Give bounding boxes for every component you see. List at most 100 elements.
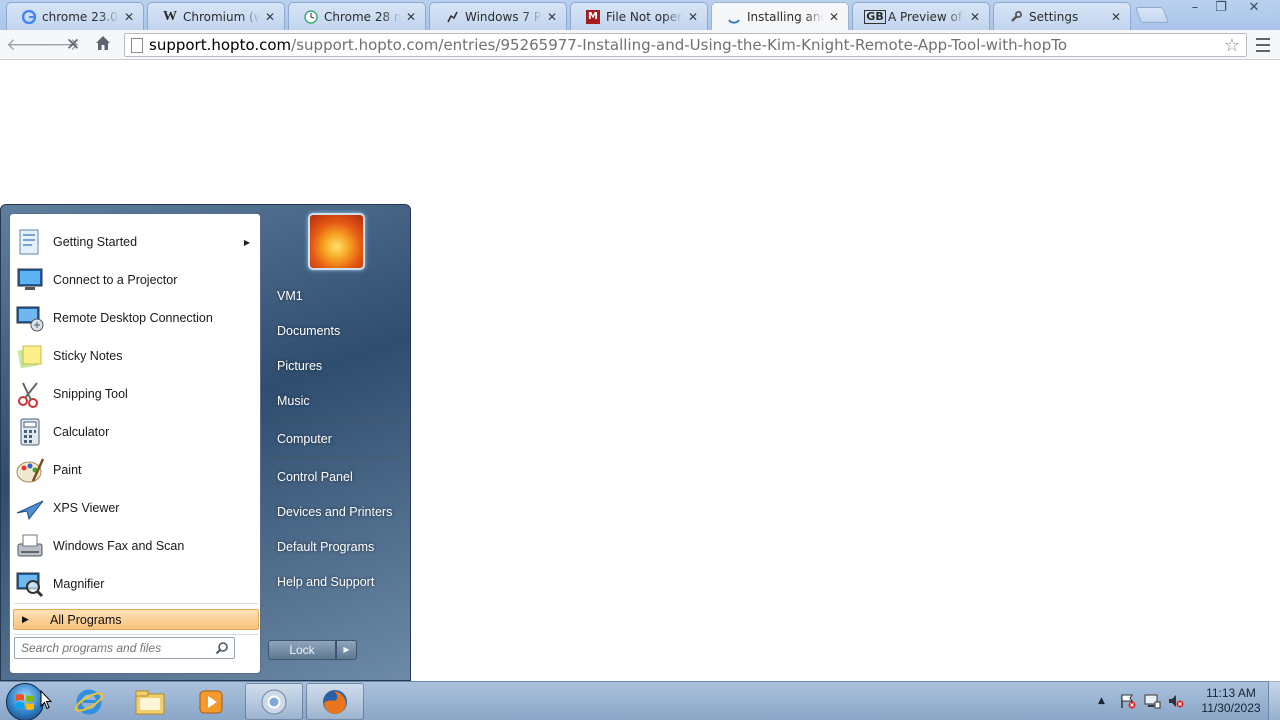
new-tab-button[interactable] — [1135, 7, 1169, 23]
taskbar-button[interactable] — [306, 683, 364, 720]
start-link-default-programs[interactable]: Default Programs — [269, 532, 403, 562]
action-center-flag-icon[interactable] — [1119, 693, 1137, 709]
projector-icon — [14, 264, 46, 296]
chrome-icon — [259, 687, 289, 717]
tab-close-icon[interactable]: ✕ — [405, 10, 417, 24]
program-item[interactable]: Remote Desktop Connection — [14, 300, 258, 336]
browser-tab[interactable]: Chrome 28 now ✕ — [288, 2, 426, 30]
divider — [14, 634, 258, 635]
taskbar — [0, 681, 1280, 720]
browser-toolbar: 🡐 🡒 ✕ support.hopto.com/support.hopto.co… — [0, 30, 1280, 60]
tab-title: Installing and U — [747, 9, 824, 24]
tab-close-icon[interactable]: ✕ — [546, 10, 558, 24]
wrench-icon — [1008, 9, 1024, 25]
program-item[interactable]: Snipping Tool — [14, 376, 258, 412]
user-picture-avatar[interactable] — [308, 213, 365, 270]
start-link-help-and-support[interactable]: Help and Support — [269, 567, 403, 597]
start-link-pictures[interactable]: Pictures — [269, 351, 403, 381]
chrome-menu-button[interactable] — [1252, 34, 1274, 56]
show-desktop-button[interactable] — [1268, 681, 1280, 720]
stop-loading-button[interactable]: ✕ — [62, 34, 84, 56]
start-link-devices-and-printers[interactable]: Devices and Printers — [269, 497, 403, 527]
address-bar[interactable]: support.hopto.com/support.hopto.com/entr… — [124, 33, 1247, 57]
volume-muted-icon[interactable] — [1167, 693, 1185, 709]
start-link-documents[interactable]: Documents — [269, 316, 403, 346]
restore-button[interactable]: ❐ — [1210, 0, 1232, 18]
start-link-control-panel[interactable]: Control Panel — [269, 462, 403, 492]
all-programs-label: All Programs — [50, 612, 122, 627]
tab-close-icon[interactable]: ✕ — [687, 10, 699, 24]
page-icon — [131, 38, 143, 53]
loading-icon — [726, 9, 742, 25]
back-button[interactable]: 🡐 — [6, 34, 52, 56]
program-item[interactable]: Windows Fax and Scan — [14, 528, 258, 564]
paint-icon — [14, 454, 46, 486]
file-explorer-icon — [134, 688, 166, 716]
url-host: support.hopto.com — [149, 36, 292, 54]
browser-tab[interactable]: Windows 7 PPT ✕ — [429, 2, 567, 30]
program-label: Remote Desktop Connection — [53, 311, 213, 325]
start-link-music[interactable]: Music — [269, 386, 403, 416]
tab-close-icon[interactable]: ✕ — [123, 10, 135, 24]
browser-tab[interactable]: Installing and U ✕ — [711, 2, 849, 30]
close-window-button[interactable]: ✕ — [1243, 0, 1265, 18]
tab-close-icon[interactable]: ✕ — [1110, 10, 1122, 24]
network-icon[interactable] — [1143, 693, 1161, 709]
forward-button[interactable]: 🡒 — [34, 34, 80, 56]
figure-icon — [444, 9, 460, 25]
program-item[interactable]: Connect to a Projector — [14, 262, 258, 298]
tab-title: Windows 7 PPT — [465, 9, 542, 24]
tab-close-icon[interactable]: ✕ — [828, 10, 840, 24]
program-label: Magnifier — [53, 577, 105, 591]
program-item[interactable]: Magnifier — [14, 566, 258, 602]
all-programs-button[interactable]: ▶ All Programs — [13, 609, 259, 630]
browser-tab[interactable]: Settings ✕ — [993, 2, 1131, 30]
magnifier-icon — [14, 568, 46, 600]
firefox-icon — [320, 687, 350, 717]
clock[interactable]: 11:13 AM 11/30/2023 — [1196, 686, 1266, 716]
submenu-arrow-icon[interactable]: ▶ — [244, 238, 250, 247]
m-icon: M — [585, 9, 601, 25]
taskbar-button[interactable] — [60, 683, 118, 720]
tab-title: A Preview of Go — [888, 9, 965, 24]
browser-tab[interactable]: M File Not open - ✕ — [570, 2, 708, 30]
remote-desktop-icon — [14, 302, 46, 334]
xps-viewer-icon — [14, 492, 46, 524]
clock-time: 11:13 AM — [1206, 686, 1256, 700]
start-link-vm1[interactable]: VM1 — [269, 281, 403, 311]
windows-logo-icon — [16, 694, 34, 710]
program-label: Paint — [53, 463, 82, 477]
start-link-computer[interactable]: Computer — [269, 424, 403, 454]
program-item[interactable]: Paint — [14, 452, 258, 488]
browser-tab[interactable]: chrome 23.0 wi ✕ — [6, 2, 144, 30]
gb-icon: GB — [864, 9, 886, 24]
minimize-button[interactable]: – — [1184, 0, 1206, 18]
tab-close-icon[interactable]: ✕ — [264, 10, 276, 24]
taskbar-button[interactable] — [121, 683, 179, 720]
browser-tab[interactable]: GBA Preview of Go ✕ — [852, 2, 990, 30]
arrow-right-icon: ▶ — [22, 614, 29, 624]
start-button[interactable] — [6, 683, 44, 720]
program-item[interactable]: Getting Started ▶ — [14, 224, 258, 260]
divider — [269, 457, 401, 458]
program-item[interactable]: Sticky Notes — [14, 338, 258, 374]
tab-title: Settings — [1029, 9, 1079, 24]
tab-title: chrome 23.0 wi — [42, 9, 119, 24]
shutdown-options-arrow-icon[interactable]: ▶ — [336, 640, 357, 660]
bookmark-star-icon[interactable]: ☆ — [1224, 35, 1240, 56]
wikipedia-icon: W — [163, 8, 177, 24]
program-item[interactable]: XPS Viewer — [14, 490, 258, 526]
taskbar-button[interactable] — [182, 683, 240, 720]
taskbar-button[interactable] — [245, 683, 303, 720]
search-input[interactable] — [14, 637, 235, 659]
show-hidden-icons-icon[interactable]: ▲ — [1098, 696, 1105, 706]
lock-button[interactable]: Lock — [268, 640, 336, 660]
tab-close-icon[interactable]: ✕ — [969, 10, 981, 24]
home-button[interactable] — [92, 34, 114, 56]
program-label: Connect to a Projector — [53, 273, 178, 287]
program-item[interactable]: Calculator — [14, 414, 258, 450]
media-player-icon — [197, 688, 225, 716]
url-path: /support.hopto.com/entries/95265977-Inst… — [291, 36, 1068, 54]
search-icon[interactable] — [215, 641, 229, 655]
browser-tab[interactable]: W Chromium (wel ✕ — [147, 2, 285, 30]
